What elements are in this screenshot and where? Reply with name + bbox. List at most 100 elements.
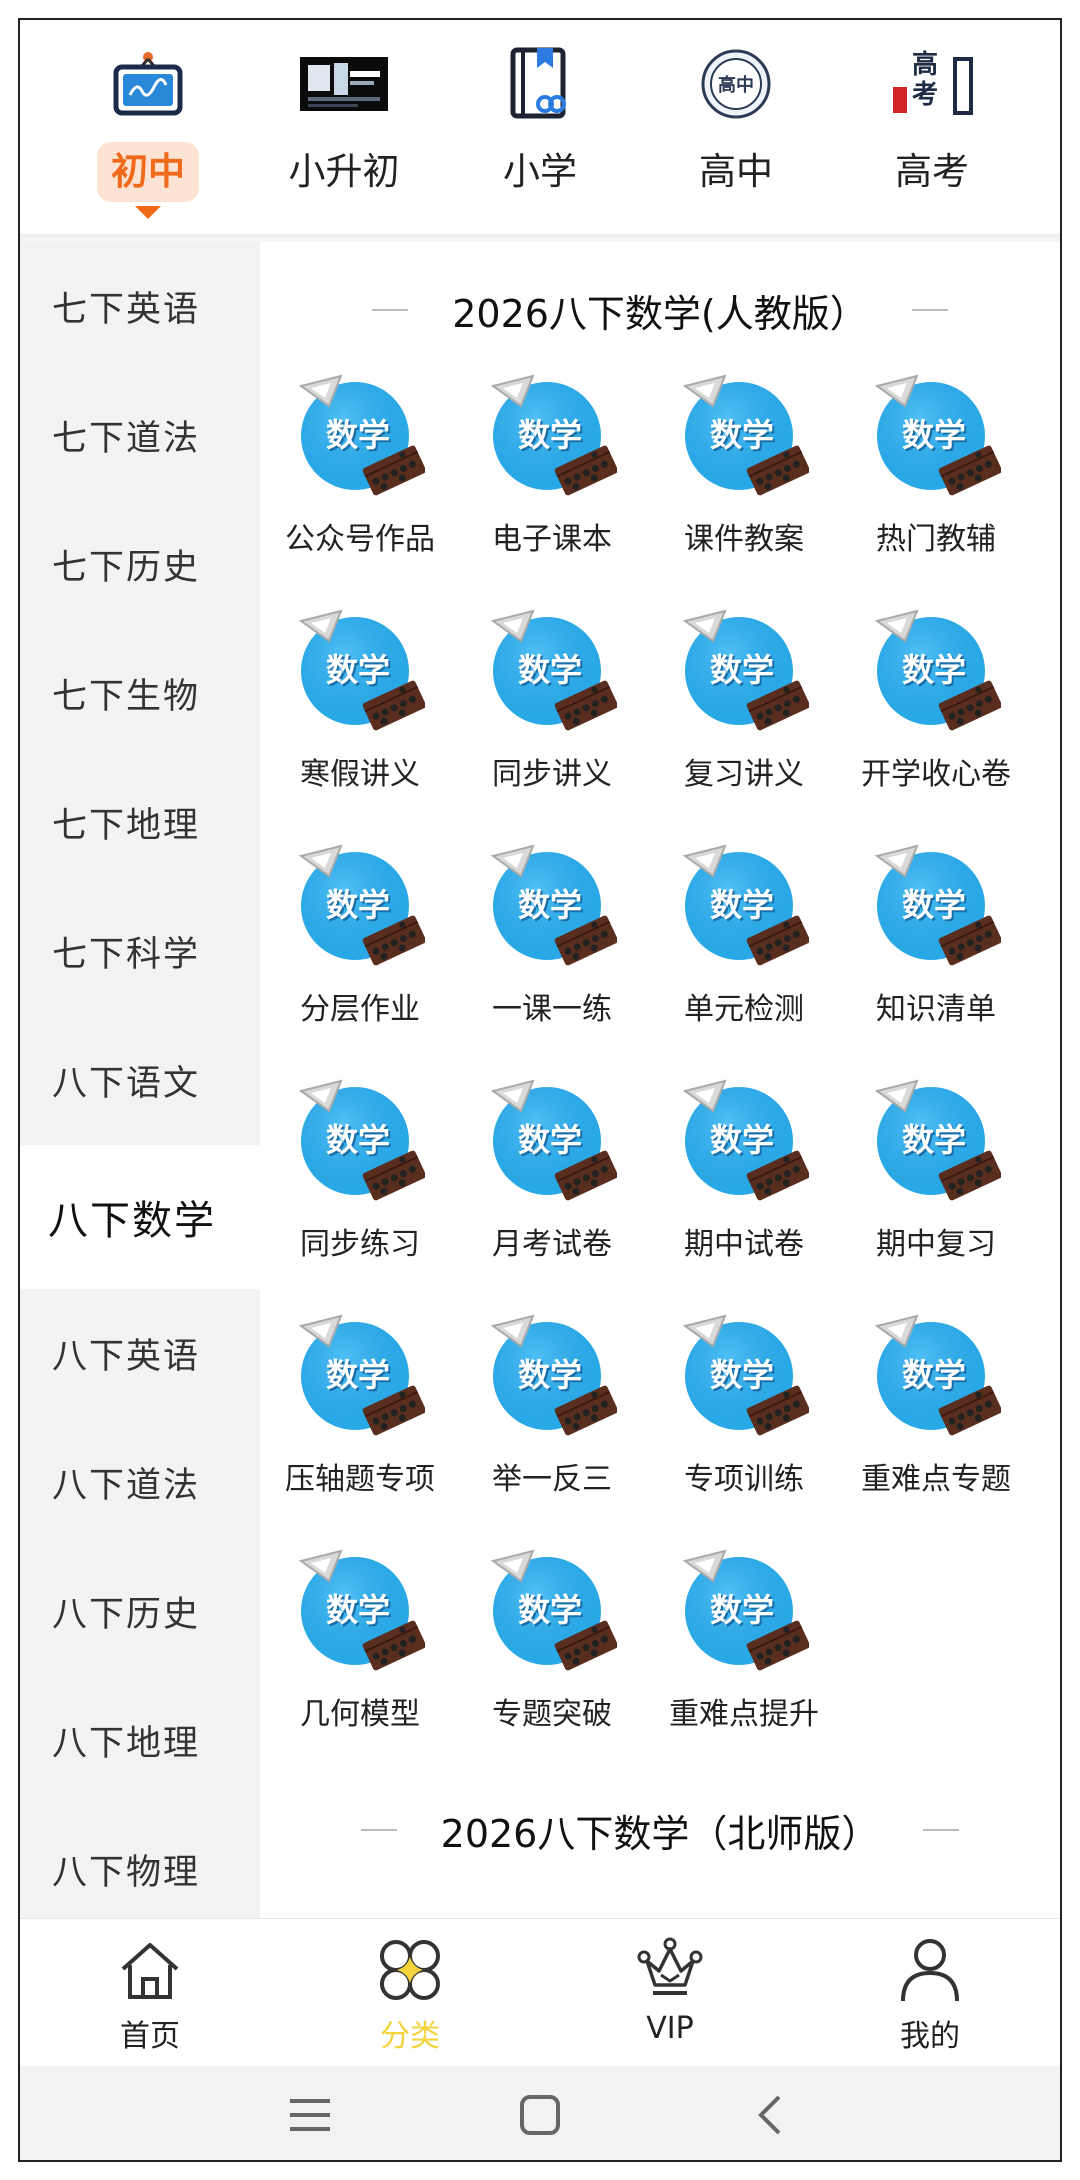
active-caret-icon xyxy=(135,206,161,219)
sidebar-item-qixia-lishi[interactable]: 七下历史 xyxy=(20,500,260,629)
math-subject-icon: 数学 xyxy=(679,372,810,502)
level-tabs: 初中 小升初 小学 高中 高中 高考 高考 xyxy=(20,20,1060,234)
resource-item-label: 同步讲义 xyxy=(492,757,612,792)
content-panel[interactable]: 2026八下数学(人教版） 数学 公众号作品 数学 电子课本 数学 课件教案 数学 热门教辅数… xyxy=(260,242,1060,1918)
title-dash xyxy=(360,1829,397,1831)
resource-item[interactable]: 数学 同步讲义 xyxy=(456,605,648,832)
resource-item-label: 专题突破 xyxy=(492,1697,612,1732)
sidebar-item-baxia-yuwen[interactable]: 八下语文 xyxy=(20,1016,260,1145)
math-icon-text: 数学 xyxy=(901,1356,966,1394)
resource-item[interactable]: 数学 举一反三 xyxy=(456,1310,648,1537)
math-icon-text: 数学 xyxy=(517,651,582,689)
sidebar-item-qixia-kexue[interactable]: 七下科学 xyxy=(20,887,260,1016)
resource-item[interactable]: 数学 知识清单 xyxy=(840,840,1032,1067)
sidebar-item-baxia-shuxue[interactable]: 八下数学 xyxy=(20,1145,260,1289)
resource-item[interactable]: 数学 公众号作品 xyxy=(264,370,456,597)
math-icon-text: 数学 xyxy=(709,1121,774,1159)
gaozhong-badge-text: 高中 xyxy=(718,75,754,96)
level-tab-gaokao[interactable]: 高考 高考 xyxy=(847,20,1017,234)
resource-item[interactable]: 数学 课件教案 xyxy=(648,370,840,597)
subject-sidebar[interactable]: 七下英语 七下道法 七下历史 七下生物 七下地理 七下科学 八下语文 八下数学 … xyxy=(20,242,260,1918)
resource-item[interactable]: 数学 几何模型 xyxy=(264,1545,456,1772)
math-icon-text: 数学 xyxy=(709,886,774,924)
math-subject-icon: 数学 xyxy=(871,607,1002,737)
math-subject-icon: 数学 xyxy=(295,1312,426,1442)
resource-item[interactable]: 数学 重难点提升 xyxy=(648,1545,840,1772)
sidebar-item-baxia-yingyu[interactable]: 八下英语 xyxy=(20,1289,260,1418)
resource-item-label: 重难点提升 xyxy=(669,1697,819,1732)
section-title-text: 2026八下数学(人教版） xyxy=(452,291,868,336)
level-tab-label: 高中 xyxy=(699,150,773,193)
menu-icon[interactable] xyxy=(280,2085,340,2145)
resource-item[interactable]: 数学 期中复习 xyxy=(840,1075,1032,1302)
nav-vip[interactable]: VIP xyxy=(540,1919,800,2066)
math-subject-icon: 数学 xyxy=(871,842,1002,972)
resource-item-label: 热门教辅 xyxy=(876,522,996,557)
resource-item[interactable]: 数学 专项训练 xyxy=(648,1310,840,1537)
nav-category[interactable]: 分类 xyxy=(280,1919,540,2066)
nav-label: 首页 xyxy=(120,2019,180,2054)
math-icon-text: 数学 xyxy=(325,1591,390,1629)
level-tab-label: 初中 xyxy=(97,142,199,202)
sidebar-item-baxia-lishi[interactable]: 八下历史 xyxy=(20,1547,260,1676)
level-tab-xiaoshengchu[interactable]: 小升初 xyxy=(259,20,429,234)
system-nav-bar xyxy=(20,2066,1060,2160)
nav-label: VIP xyxy=(646,2011,694,2046)
nav-label: 我的 xyxy=(900,2019,960,2054)
resource-item[interactable]: 数学 单元检测 xyxy=(648,840,840,1067)
resource-item[interactable]: 数学 复习讲义 xyxy=(648,605,840,832)
math-subject-icon: 数学 xyxy=(487,372,618,502)
resource-item[interactable]: 数学 重难点专题 xyxy=(840,1310,1032,1537)
math-icon-text: 数学 xyxy=(709,651,774,689)
level-tab-xiaoxue[interactable]: 小学 xyxy=(455,20,625,234)
math-subject-icon: 数学 xyxy=(487,1312,618,1442)
resource-item[interactable]: 数学 热门教辅 xyxy=(840,370,1032,597)
sidebar-item-qixia-daofa[interactable]: 七下道法 xyxy=(20,371,260,500)
sidebar-item-baxia-wuli[interactable]: 八下物理 xyxy=(20,1805,260,1918)
section-title-text: 2026八下数学（北师版） xyxy=(440,1811,880,1856)
nav-home[interactable]: 首页 xyxy=(20,1919,280,2066)
tv-icon xyxy=(102,44,194,124)
math-icon-text: 数学 xyxy=(517,1121,582,1159)
math-icon-text: 数学 xyxy=(901,1121,966,1159)
resource-item[interactable]: 数学 同步练习 xyxy=(264,1075,456,1302)
level-tab-chuzhong[interactable]: 初中 xyxy=(63,20,233,234)
resource-item[interactable]: 数学 一课一练 xyxy=(456,840,648,1067)
home-square-icon[interactable] xyxy=(510,2085,570,2145)
math-subject-icon: 数学 xyxy=(295,842,426,972)
math-subject-icon: 数学 xyxy=(487,1547,618,1677)
math-subject-icon: 数学 xyxy=(679,1547,810,1677)
math-subject-icon: 数学 xyxy=(487,607,618,737)
resource-item-label: 一课一练 xyxy=(492,992,612,1027)
resource-item[interactable]: 数学 压轴题专项 xyxy=(264,1310,456,1537)
bottom-nav: 首页 分类 VIP 我的 xyxy=(20,1918,1060,2066)
math-icon-text: 数学 xyxy=(901,416,966,454)
resource-item[interactable]: 数学 期中试卷 xyxy=(648,1075,840,1302)
nav-mine[interactable]: 我的 xyxy=(800,1919,1060,2066)
resource-item[interactable]: 数学 寒假讲义 xyxy=(264,605,456,832)
resource-item[interactable]: 数学 月考试卷 xyxy=(456,1075,648,1302)
level-tab-gaozhong[interactable]: 高中 高中 xyxy=(651,20,821,234)
resource-item[interactable]: 数学 电子课本 xyxy=(456,370,648,597)
sidebar-item-baxia-daofa[interactable]: 八下道法 xyxy=(20,1418,260,1547)
back-icon[interactable] xyxy=(740,2085,800,2145)
resource-item[interactable]: 数学 分层作业 xyxy=(264,840,456,1067)
math-icon-text: 数学 xyxy=(709,416,774,454)
sidebar-item-qixia-shengwu[interactable]: 七下生物 xyxy=(20,629,260,758)
resource-item[interactable]: 数学 专题突破 xyxy=(456,1545,648,1772)
sidebar-item-qixia-dili[interactable]: 七下地理 xyxy=(20,758,260,887)
math-subject-icon: 数学 xyxy=(679,607,810,737)
resource-item-label: 压轴题专项 xyxy=(285,1462,435,1497)
math-icon-text: 数学 xyxy=(517,1356,582,1394)
math-subject-icon: 数学 xyxy=(295,1547,426,1677)
math-icon-text: 数学 xyxy=(325,416,390,454)
math-subject-icon: 数学 xyxy=(487,1077,618,1207)
resource-item-label: 单元检测 xyxy=(684,992,804,1027)
home-icon xyxy=(121,1943,179,1999)
sidebar-item-qixia-yingyu[interactable]: 七下英语 xyxy=(20,242,260,371)
resource-item[interactable]: 数学 开学收心卷 xyxy=(840,605,1032,832)
sidebar-item-baxia-dili[interactable]: 八下地理 xyxy=(20,1676,260,1805)
math-subject-icon: 数学 xyxy=(871,1312,1002,1442)
level-tab-label: 小升初 xyxy=(288,150,400,193)
math-icon-text: 数学 xyxy=(901,886,966,924)
